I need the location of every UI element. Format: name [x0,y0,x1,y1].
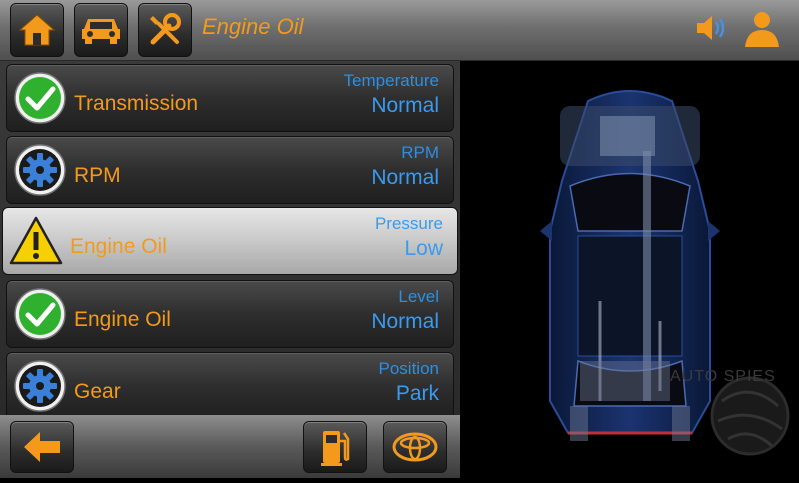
back-arrow-icon [24,432,60,462]
list-item[interactable]: Gear Position Park [6,352,454,420]
back-button[interactable] [10,421,74,473]
checkmark-icon [14,72,66,124]
item-label: RPM [74,164,121,187]
gear-icon [14,144,66,196]
user-button[interactable] [742,10,782,53]
brand-button[interactable] [383,421,447,473]
home-button[interactable] [10,3,64,57]
car-xray-image [540,90,790,456]
watermark-text: AUTO SPIES [670,368,776,385]
speaker-icon [697,16,725,40]
item-value: Normal [371,166,439,189]
item-caption: Temperature [343,71,439,90]
checkmark-icon [14,288,66,340]
list-item-selected[interactable]: Engine Oil Pressure Low [2,207,458,275]
car-icon [82,19,120,44]
fuel-button[interactable] [303,421,367,473]
item-caption: RPM [401,143,439,162]
list-item[interactable]: RPM RPM Normal [6,136,454,204]
item-label: Engine Oil [74,308,171,331]
item-value: Normal [371,310,439,333]
user-icon [745,12,779,47]
toyota-logo-icon [392,432,438,462]
item-label: Engine Oil [70,235,167,258]
item-value: Park [395,382,439,405]
list-item[interactable]: Transmission Temperature Normal [6,64,454,132]
volume-button[interactable] [694,10,728,51]
item-value: Normal [371,94,439,117]
gear-icon [14,360,66,412]
item-caption: Position [378,359,439,378]
warning-icon [9,216,63,265]
home-icon [18,14,56,46]
bottom-bar [0,415,460,478]
item-caption: Level [398,287,439,306]
list-item[interactable]: Engine Oil Level Normal [6,280,454,348]
item-label: Gear [74,380,121,403]
vehicle-diagram-panel [460,61,799,478]
item-label: Transmission [74,92,199,115]
item-value: Low [404,237,443,260]
page-title: Engine Oil [202,14,304,39]
status-list: Transmission Temperature Normal RPM RPM … [0,61,460,420]
wrench-screwdriver-icon [150,13,181,45]
top-bar: Engine Oil [0,0,799,61]
item-caption: Pressure [374,214,443,233]
vehicle-button[interactable] [74,3,128,57]
fuel-pump-icon [321,431,350,466]
tools-button[interactable] [138,3,192,57]
